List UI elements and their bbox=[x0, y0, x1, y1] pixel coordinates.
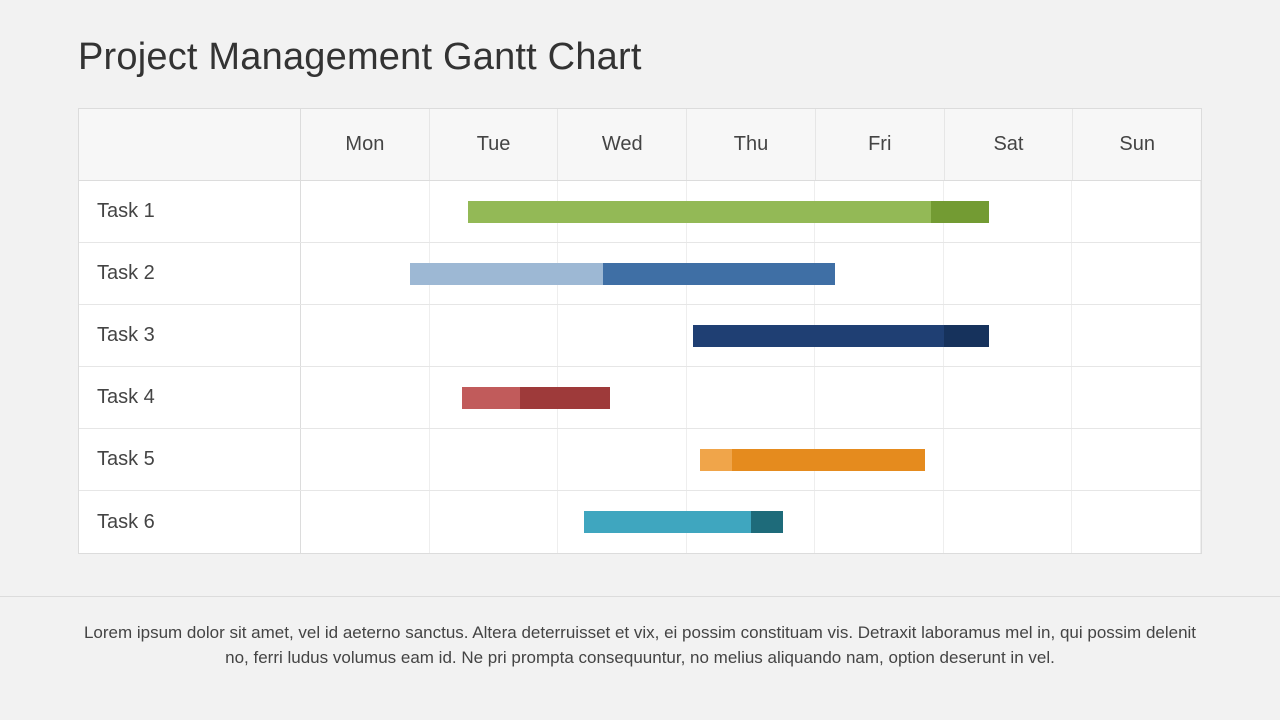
gantt-row-timeline bbox=[301, 429, 1201, 490]
gantt-row: Task 1 bbox=[79, 181, 1201, 243]
gantt-row: Task 6 bbox=[79, 491, 1201, 553]
gantt-chart: Mon Tue Wed Thu Fri Sat Sun Task 1Task 2… bbox=[78, 108, 1202, 554]
gantt-bar bbox=[520, 387, 610, 409]
page-title: Project Management Gantt Chart bbox=[78, 36, 642, 79]
gantt-row-timeline bbox=[301, 243, 1201, 304]
gantt-header-wed: Wed bbox=[558, 109, 687, 180]
gantt-row-label: Task 3 bbox=[79, 305, 301, 366]
footer-text: Lorem ipsum dolor sit amet, vel id aeter… bbox=[78, 621, 1202, 670]
gantt-header-fri: Fri bbox=[816, 109, 945, 180]
gantt-row-timeline bbox=[301, 305, 1201, 366]
gantt-row-label: Task 1 bbox=[79, 181, 301, 242]
gantt-row-label: Task 4 bbox=[79, 367, 301, 428]
gantt-bar-layer bbox=[301, 305, 1201, 366]
gantt-bar bbox=[462, 387, 520, 409]
gantt-bar-layer bbox=[301, 181, 1201, 242]
gantt-bar-layer bbox=[301, 429, 1201, 490]
gantt-row-label: Task 2 bbox=[79, 243, 301, 304]
gantt-row-timeline bbox=[301, 367, 1201, 428]
gantt-row-timeline bbox=[301, 491, 1201, 553]
gantt-bar bbox=[751, 511, 783, 533]
gantt-header-sun: Sun bbox=[1073, 109, 1201, 180]
gantt-body: Task 1Task 2Task 3Task 4Task 5Task 6 bbox=[79, 181, 1201, 553]
gantt-header-blank bbox=[79, 109, 301, 180]
gantt-row-label: Task 5 bbox=[79, 429, 301, 490]
gantt-bar bbox=[700, 449, 732, 471]
gantt-row: Task 3 bbox=[79, 305, 1201, 367]
gantt-bar-layer bbox=[301, 367, 1201, 428]
gantt-bar bbox=[944, 325, 989, 347]
gantt-bar bbox=[410, 263, 603, 285]
gantt-bar bbox=[931, 201, 989, 223]
gantt-bar bbox=[732, 449, 925, 471]
gantt-header-tue: Tue bbox=[430, 109, 559, 180]
gantt-bar-layer bbox=[301, 491, 1201, 553]
gantt-header-mon: Mon bbox=[301, 109, 430, 180]
gantt-bar bbox=[603, 263, 834, 285]
gantt-row-timeline bbox=[301, 181, 1201, 242]
gantt-bar bbox=[693, 325, 944, 347]
gantt-row: Task 5 bbox=[79, 429, 1201, 491]
gantt-header-sat: Sat bbox=[945, 109, 1074, 180]
gantt-header-row: Mon Tue Wed Thu Fri Sat Sun bbox=[79, 109, 1201, 181]
gantt-bar bbox=[584, 511, 751, 533]
gantt-row: Task 4 bbox=[79, 367, 1201, 429]
footer: Lorem ipsum dolor sit amet, vel id aeter… bbox=[0, 596, 1280, 670]
gantt-bar bbox=[468, 201, 931, 223]
gantt-bar-layer bbox=[301, 243, 1201, 304]
slide: Project Management Gantt Chart Mon Tue W… bbox=[0, 0, 1280, 720]
gantt-row-label: Task 6 bbox=[79, 491, 301, 553]
gantt-header-thu: Thu bbox=[687, 109, 816, 180]
gantt-row: Task 2 bbox=[79, 243, 1201, 305]
